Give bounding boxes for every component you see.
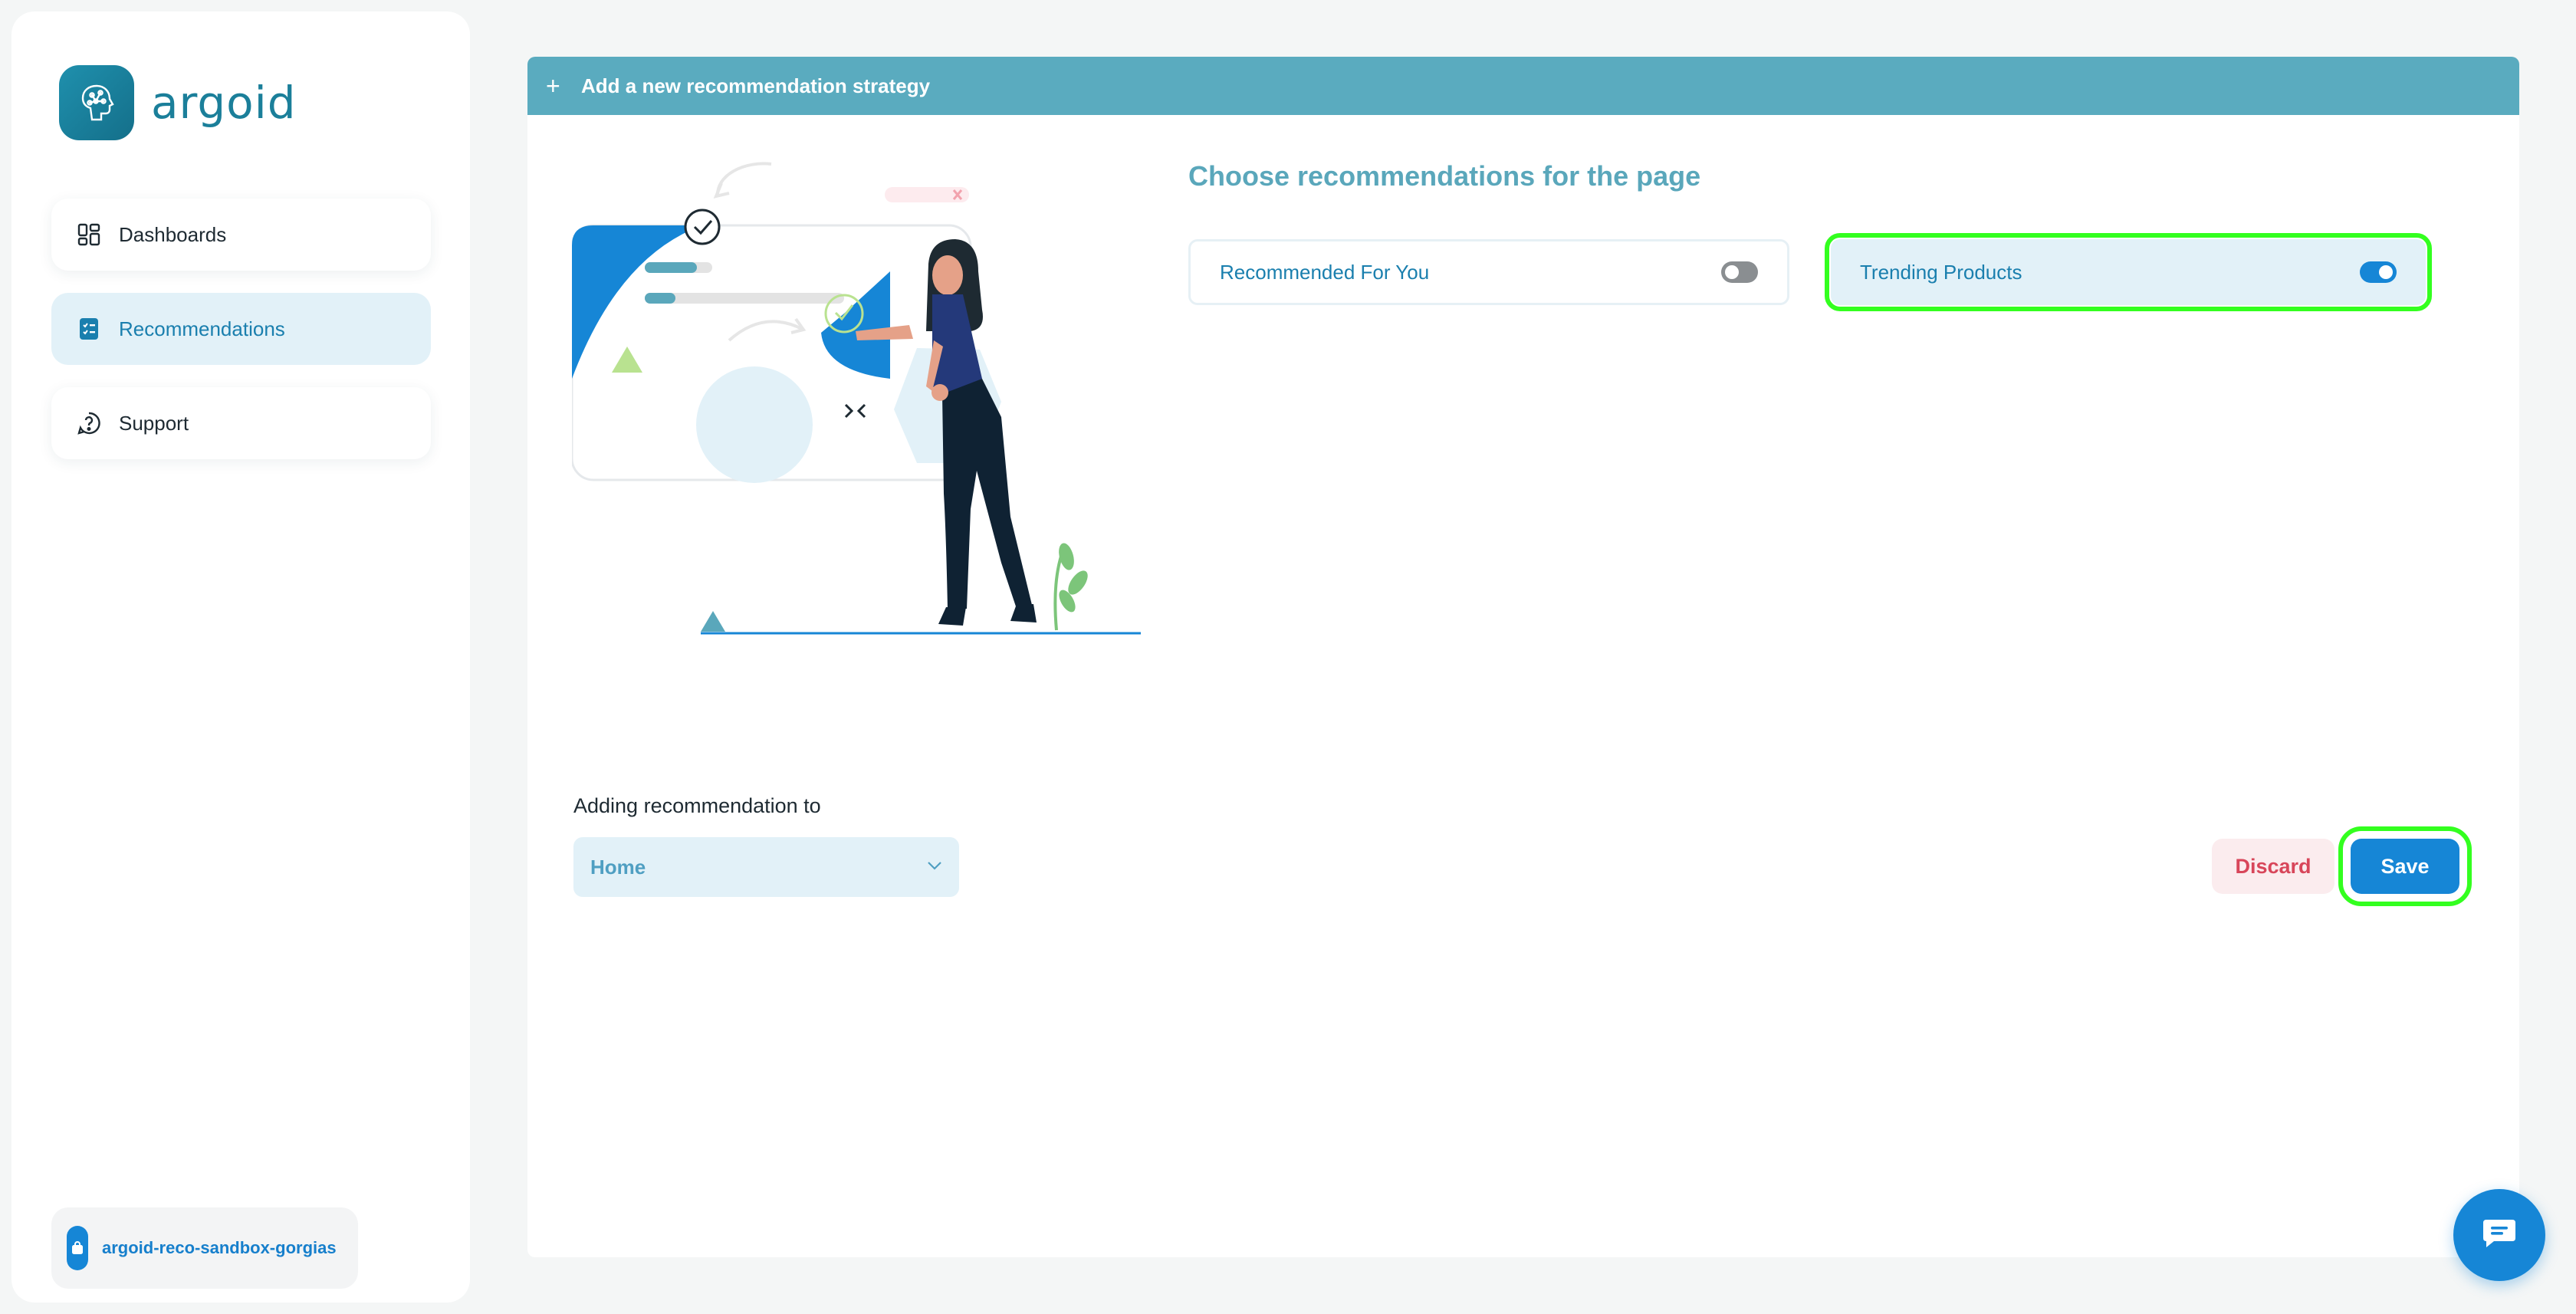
- logo-wordmark: argoid: [151, 77, 297, 129]
- discard-button[interactable]: Discard: [2212, 839, 2334, 894]
- target-page-label: Adding recommendation to: [573, 794, 821, 817]
- chevron-down-icon: [927, 860, 942, 874]
- sidebar-item-dashboards[interactable]: Dashboards: [51, 199, 431, 271]
- panel-header[interactable]: + Add a new recommendation strategy: [527, 57, 2519, 115]
- sidebar: argoid Dashboards Recommendations Suppor…: [12, 11, 470, 1303]
- sidebar-item-label: Dashboards: [119, 222, 227, 246]
- sidebar-item-support[interactable]: Support: [51, 387, 431, 459]
- brain-logo-icon: [59, 65, 134, 140]
- sidebar-item-label: Recommendations: [119, 317, 285, 340]
- store-name: argoid-reco-sandbox-gorgias: [102, 1238, 337, 1257]
- section-title: Choose recommendations for the page: [1188, 160, 1701, 192]
- strategy-panel: + Add a new recommendation strategy Choo…: [527, 57, 2519, 1257]
- logo[interactable]: argoid: [59, 65, 297, 140]
- panel-title: Add a new recommendation strategy: [581, 74, 931, 97]
- plus-icon: +: [546, 71, 560, 100]
- help-icon: [76, 410, 102, 436]
- strategy-illustration: [570, 149, 1155, 747]
- target-page-value: Home: [590, 855, 646, 879]
- dashboard-icon: [76, 222, 102, 248]
- recommendations-icon: [76, 316, 102, 342]
- store-switcher[interactable]: argoid-reco-sandbox-gorgias: [51, 1207, 358, 1289]
- toggle-recommended-for-you[interactable]: [1721, 261, 1758, 283]
- option-label: Trending Products: [1860, 260, 2022, 284]
- target-page-select[interactable]: Home: [573, 837, 959, 897]
- chat-button[interactable]: [2453, 1189, 2545, 1281]
- option-recommended-for-you[interactable]: Recommended For You: [1188, 239, 1789, 305]
- option-trending-products[interactable]: Trending Products: [1825, 233, 2432, 311]
- sidebar-item-label: Support: [119, 411, 189, 435]
- save-button[interactable]: Save: [2338, 826, 2472, 906]
- toggle-trending-products[interactable]: [2360, 261, 2397, 283]
- store-icon: [67, 1226, 88, 1270]
- sidebar-item-recommendations[interactable]: Recommendations: [51, 293, 431, 365]
- chat-icon: [2480, 1217, 2518, 1254]
- option-label: Recommended For You: [1220, 260, 1430, 284]
